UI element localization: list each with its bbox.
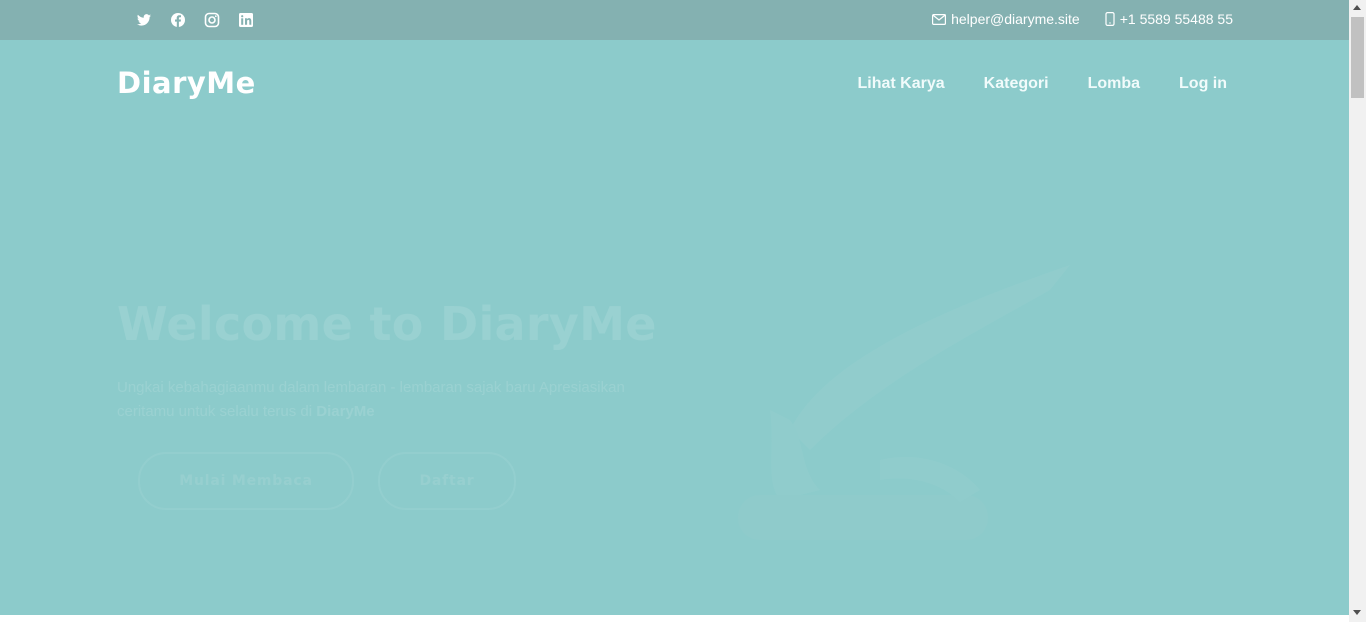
phone-contact: +1 5589 55488 55: [1105, 11, 1233, 27]
twitter-icon[interactable]: [136, 12, 152, 28]
scroll-thumb[interactable]: [1351, 17, 1364, 98]
start-reading-button[interactable]: Mulai Membaca: [138, 452, 354, 510]
email-link[interactable]: helper@diaryme.site: [951, 11, 1080, 27]
register-button[interactable]: Daftar: [378, 452, 516, 510]
scroll-down-arrow-icon[interactable]: [1353, 610, 1361, 615]
email-contact: helper@diaryme.site: [932, 11, 1080, 27]
phone-number: +1 5589 55488 55: [1119, 11, 1233, 27]
social-links: [136, 12, 254, 28]
envelope-icon: [932, 13, 947, 25]
page-scrollbar[interactable]: [1349, 0, 1366, 622]
phone-icon: [1105, 12, 1115, 26]
scroll-up-arrow-icon[interactable]: [1353, 5, 1361, 10]
hero-description: Ungkai kebahagiaanmu dalam lembaran - le…: [117, 376, 677, 424]
nav-lihat-karya[interactable]: Lihat Karya: [858, 75, 945, 93]
hero-illustration: [738, 265, 1070, 540]
hero-text-brand: DiaryMe: [316, 403, 375, 420]
contact-info: helper@diaryme.site +1 5589 55488 55: [932, 11, 1233, 27]
page: helper@diaryme.site +1 5589 55488 55 Dia…: [0, 0, 1349, 615]
facebook-icon[interactable]: [170, 12, 186, 28]
nav-kategori[interactable]: Kategori: [984, 75, 1049, 93]
instagram-icon[interactable]: [204, 12, 220, 28]
hero-actions: Mulai Membaca Daftar: [138, 452, 516, 510]
main-nav: Lihat Karya Kategori Lomba Log in: [858, 75, 1227, 93]
nav-lomba[interactable]: Lomba: [1088, 75, 1140, 93]
hero-title: Welcome to DiaryMe: [117, 297, 657, 351]
site-logo[interactable]: DiaryMe: [117, 66, 256, 100]
top-bar: helper@diaryme.site +1 5589 55488 55: [0, 0, 1349, 40]
nav-login[interactable]: Log in: [1179, 75, 1227, 93]
linkedin-icon[interactable]: [238, 12, 254, 28]
